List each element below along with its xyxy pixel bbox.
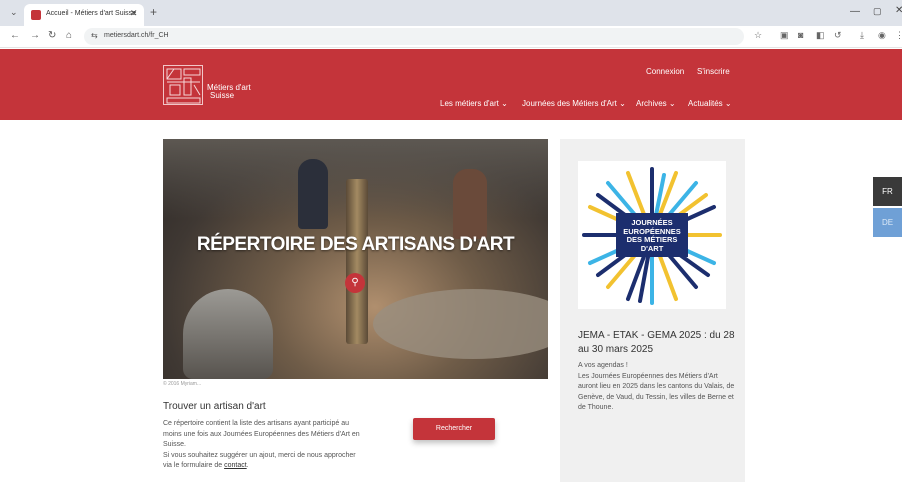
- site-header: Métiers d'art Suisse Connexion S'inscrir…: [0, 49, 902, 120]
- jema-logo-text: JOURNÉES EUROPÉENNES DES MÉTIERS D'ART: [578, 218, 726, 253]
- finder-desc-line: Ce répertoire contient la liste des arti…: [163, 420, 360, 448]
- brand-country[interactable]: Suisse: [210, 91, 234, 100]
- hero-banner[interactable]: RÉPERTOIRE DES ARTISANS D'ART ⚲: [163, 139, 548, 379]
- menu-archives[interactable]: Archives ⌄: [636, 99, 676, 108]
- minimize-icon[interactable]: —: [850, 6, 860, 17]
- menu-metiers[interactable]: Les métiers d'art ⌄: [440, 99, 508, 108]
- forward-icon[interactable]: →: [30, 30, 40, 41]
- hero-photo-person: [453, 169, 487, 239]
- finder-desc-prefix: Si vous souhaitez suggérer un ajout, mer…: [163, 451, 356, 470]
- hero-photo-wheel: [373, 289, 548, 359]
- contact-link[interactable]: contact: [224, 462, 247, 469]
- url-field[interactable]: ⇆ metiersdart.ch/fr_CH: [84, 28, 744, 45]
- address-bar: ← → ↻ ⌂ ⇆ metiersdart.ch/fr_CH ☆ ▣ ◙ ◧ ↺…: [0, 26, 902, 48]
- finder-desc-suffix: .: [246, 462, 249, 469]
- signup-link[interactable]: S'inscrire: [697, 67, 730, 76]
- hero-search-icon[interactable]: ⚲: [345, 273, 365, 293]
- extension-icon[interactable]: ▣: [780, 30, 789, 41]
- menu-icon[interactable]: ⋮: [895, 30, 902, 41]
- logo-graphic: [166, 68, 201, 104]
- profile-icon[interactable]: ◉: [878, 30, 886, 41]
- finder-description: Ce répertoire contient la liste des arti…: [163, 419, 363, 472]
- menu-journees[interactable]: Journées des Métiers d'Art ⌄: [522, 99, 626, 108]
- event-card: JOURNÉES EUROPÉENNES DES MÉTIERS D'ART J…: [560, 139, 745, 482]
- login-link[interactable]: Connexion: [646, 67, 684, 76]
- site-info-icon[interactable]: ⇆: [91, 31, 98, 40]
- language-de-button[interactable]: DE: [873, 208, 902, 237]
- home-icon[interactable]: ⌂: [66, 30, 72, 41]
- window-close-icon[interactable]: ✕: [895, 5, 902, 16]
- event-title[interactable]: JEMA - ETAK - GEMA 2025 : du 28 au 30 ma…: [578, 329, 738, 357]
- browser-tab-bar: ⌄ Accueil - Métiers d'art Suisse ✕ + — ▢…: [0, 0, 902, 26]
- sync-icon[interactable]: ↺: [834, 30, 842, 41]
- tab-list-icon[interactable]: ⌄: [10, 7, 18, 18]
- photo-credit: © 2016 Myriam...: [163, 381, 202, 387]
- hero-photo-pole: [346, 179, 368, 344]
- event-body-line: A vos agendas !: [578, 362, 628, 369]
- hero-title: RÉPERTOIRE DES ARTISANS D'ART: [196, 234, 515, 255]
- hero-photo-person: [298, 159, 328, 229]
- event-body-line: Les Journées Européennes des Métiers d'A…: [578, 372, 735, 412]
- finder-title: Trouver un artisan d'art: [163, 401, 266, 412]
- favicon-icon: [31, 10, 41, 20]
- download-icon[interactable]: ⤓: [860, 30, 864, 41]
- browser-tab[interactable]: Accueil - Métiers d'art Suisse ✕: [24, 4, 144, 26]
- maximize-icon[interactable]: ▢: [873, 6, 882, 17]
- url-text: metiersdart.ch/fr_CH: [104, 32, 169, 39]
- finder-desc-line: Si vous souhaitez suggérer un ajout, mer…: [163, 451, 363, 472]
- event-body: A vos agendas ! Les Journées Européennes…: [578, 361, 736, 414]
- extension-icon[interactable]: ◙: [798, 30, 803, 40]
- logo-icon[interactable]: [163, 65, 203, 105]
- jema-logo-line: D'ART: [640, 243, 664, 253]
- bookmark-star-icon[interactable]: ☆: [754, 30, 762, 41]
- tab-close-icon[interactable]: ✕: [130, 8, 138, 19]
- tab-title: Accueil - Métiers d'art Suisse: [46, 10, 137, 17]
- reload-icon[interactable]: ↻: [48, 30, 56, 41]
- extension-icon[interactable]: ◧: [816, 30, 825, 41]
- language-fr-button[interactable]: FR: [873, 177, 902, 206]
- new-tab-icon[interactable]: +: [150, 5, 157, 19]
- jema-logo[interactable]: JOURNÉES EUROPÉENNES DES MÉTIERS D'ART: [578, 161, 726, 309]
- search-button[interactable]: Rechercher: [413, 418, 495, 440]
- menu-actualites[interactable]: Actualités ⌄: [688, 99, 732, 108]
- back-icon[interactable]: ←: [10, 30, 20, 41]
- hero-photo-lamp: [183, 289, 273, 379]
